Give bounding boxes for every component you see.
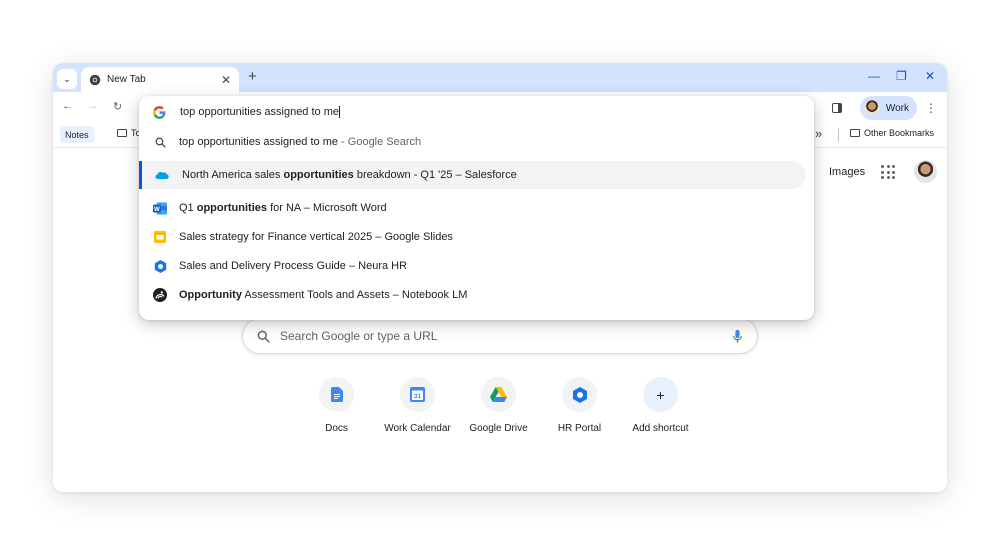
shortcut-label: Docs: [325, 423, 348, 434]
bookmarks-overflow-button[interactable]: »: [815, 126, 822, 141]
shortcuts-row: Docs 31 Work Calendar Google Drive HR Po…: [296, 377, 701, 434]
suggestion-text: for NA: [267, 202, 301, 214]
shortcut-label: Work Calendar: [384, 423, 451, 434]
shortcut-icon-tile: [562, 377, 597, 412]
neura-hr-icon: [154, 259, 166, 273]
forward-button[interactable]: →: [87, 100, 98, 112]
suggestion-source: - Google Search: [338, 136, 422, 148]
search-placeholder: Search Google or type a URL: [280, 329, 438, 343]
svg-text:W: W: [154, 205, 160, 212]
suggestion-row-selected[interactable]: North America sales opportunities breakd…: [139, 161, 806, 189]
shortcut-hr-portal[interactable]: HR Portal: [539, 377, 620, 434]
shortcut-icon-tile: [481, 377, 516, 412]
suggestion-source: – Google Slides: [372, 231, 453, 243]
suggestion-source: – Neura HR: [345, 260, 408, 272]
side-panel-icon[interactable]: [831, 103, 842, 113]
reload-button[interactable]: ↻: [113, 100, 122, 113]
suggestion-row[interactable]: Opportunity Assessment Tools and Assets …: [139, 281, 814, 309]
calendar-icon: 31: [410, 387, 425, 402]
profile-button[interactable]: Work: [859, 96, 917, 120]
more-menu-icon[interactable]: ⋮: [925, 101, 937, 115]
divider: [838, 128, 839, 142]
microphone-icon[interactable]: [732, 329, 743, 344]
hr-portal-icon: [572, 386, 587, 403]
google-g-icon: [153, 105, 166, 119]
shortcut-label: Google Drive: [469, 423, 528, 434]
docs-icon: [330, 387, 343, 402]
omnibox-dropdown: top opportunities assigned to me top opp…: [139, 96, 814, 320]
tab-search-button[interactable]: ⌄: [57, 69, 77, 89]
close-window-button[interactable]: ✕: [925, 69, 935, 83]
minimize-button[interactable]: —: [868, 69, 880, 83]
suggestion-text: Sales strategy for Finance vertical 2025: [179, 231, 373, 243]
new-tab-button[interactable]: +: [248, 68, 257, 85]
restore-button[interactable]: ❐: [896, 69, 907, 83]
bookmark-notes[interactable]: Notes: [60, 126, 94, 143]
bookmark-folder[interactable]: To: [117, 128, 141, 138]
drive-icon: [490, 387, 507, 402]
suggestion-row[interactable]: top opportunities assigned to me - Googl…: [139, 128, 814, 156]
word-icon: W: [153, 201, 167, 215]
suggestion-row[interactable]: W Q1 opportunities for NA – Microsoft Wo…: [139, 194, 814, 222]
chevron-down-icon: ⌄: [63, 73, 71, 84]
other-bookmarks-label: Other Bookmarks: [864, 128, 935, 138]
shortcut-work-calendar[interactable]: 31 Work Calendar: [377, 377, 458, 434]
suggestion-match: opportunities: [283, 169, 354, 181]
apps-grid-icon[interactable]: [881, 165, 895, 179]
chrome-icon: [89, 74, 101, 85]
other-bookmarks[interactable]: Other Bookmarks: [850, 128, 934, 138]
ntp-search-box[interactable]: Search Google or type a URL: [242, 318, 758, 354]
calendar-day: 31: [414, 393, 422, 400]
images-link[interactable]: Images: [829, 166, 865, 178]
suggestion-source: – Notebook LM: [389, 289, 468, 301]
suggestion-text: top opportunities assigned to me: [179, 136, 338, 148]
suggestion-match: Opportunity: [179, 289, 242, 301]
suggestion-row[interactable]: Sales and Delivery Process Guide – Neura…: [139, 252, 814, 280]
slides-icon: [154, 231, 166, 243]
notebooklm-icon: [153, 288, 167, 302]
avatar[interactable]: [914, 160, 937, 183]
omnibox-input[interactable]: top opportunities assigned to me: [139, 96, 814, 128]
avatar: [863, 100, 880, 116]
shortcut-icon-tile: [319, 377, 354, 412]
close-tab-icon[interactable]: ✕: [221, 73, 231, 87]
suggestion-text: Assessment Tools and Assets: [241, 289, 390, 301]
search-icon: [155, 137, 166, 148]
search-icon: [257, 330, 270, 343]
suggestion-text: Sales and Delivery Process Guide: [179, 260, 346, 272]
shortcut-add[interactable]: + Add shortcut: [620, 377, 701, 434]
suggestion-source: – Salesforce: [452, 169, 517, 181]
back-button[interactable]: ←: [62, 100, 73, 112]
folder-icon: [850, 129, 860, 137]
plus-icon: +: [643, 377, 678, 412]
suggestion-row[interactable]: Sales strategy for Finance vertical 2025…: [139, 223, 814, 251]
tab-title: New Tab: [107, 74, 146, 85]
text-caret: [339, 106, 340, 119]
shortcut-docs[interactable]: Docs: [296, 377, 377, 434]
suggestion-text: breakdown - Q1 '25: [353, 169, 453, 181]
suggestion-text: North America sales: [182, 169, 284, 181]
shortcut-label: HR Portal: [557, 423, 602, 434]
folder-icon: [117, 129, 127, 137]
shortcut-google-drive[interactable]: Google Drive: [458, 377, 539, 434]
suggestion-text: Q1: [179, 202, 197, 214]
shortcut-label: Add shortcut: [632, 423, 689, 434]
shortcut-icon-tile: 31: [400, 377, 435, 412]
suggestion-match: opportunities: [196, 202, 268, 214]
omnibox-query: top opportunities assigned to me: [180, 105, 339, 118]
salesforce-icon: [155, 171, 169, 179]
profile-label: Work: [885, 102, 909, 114]
tab-strip: ⌄ New Tab ✕ + — ❐ ✕: [53, 63, 947, 92]
tab-new-tab[interactable]: New Tab ✕: [81, 67, 239, 92]
suggestion-source: – Microsoft Word: [300, 202, 387, 214]
